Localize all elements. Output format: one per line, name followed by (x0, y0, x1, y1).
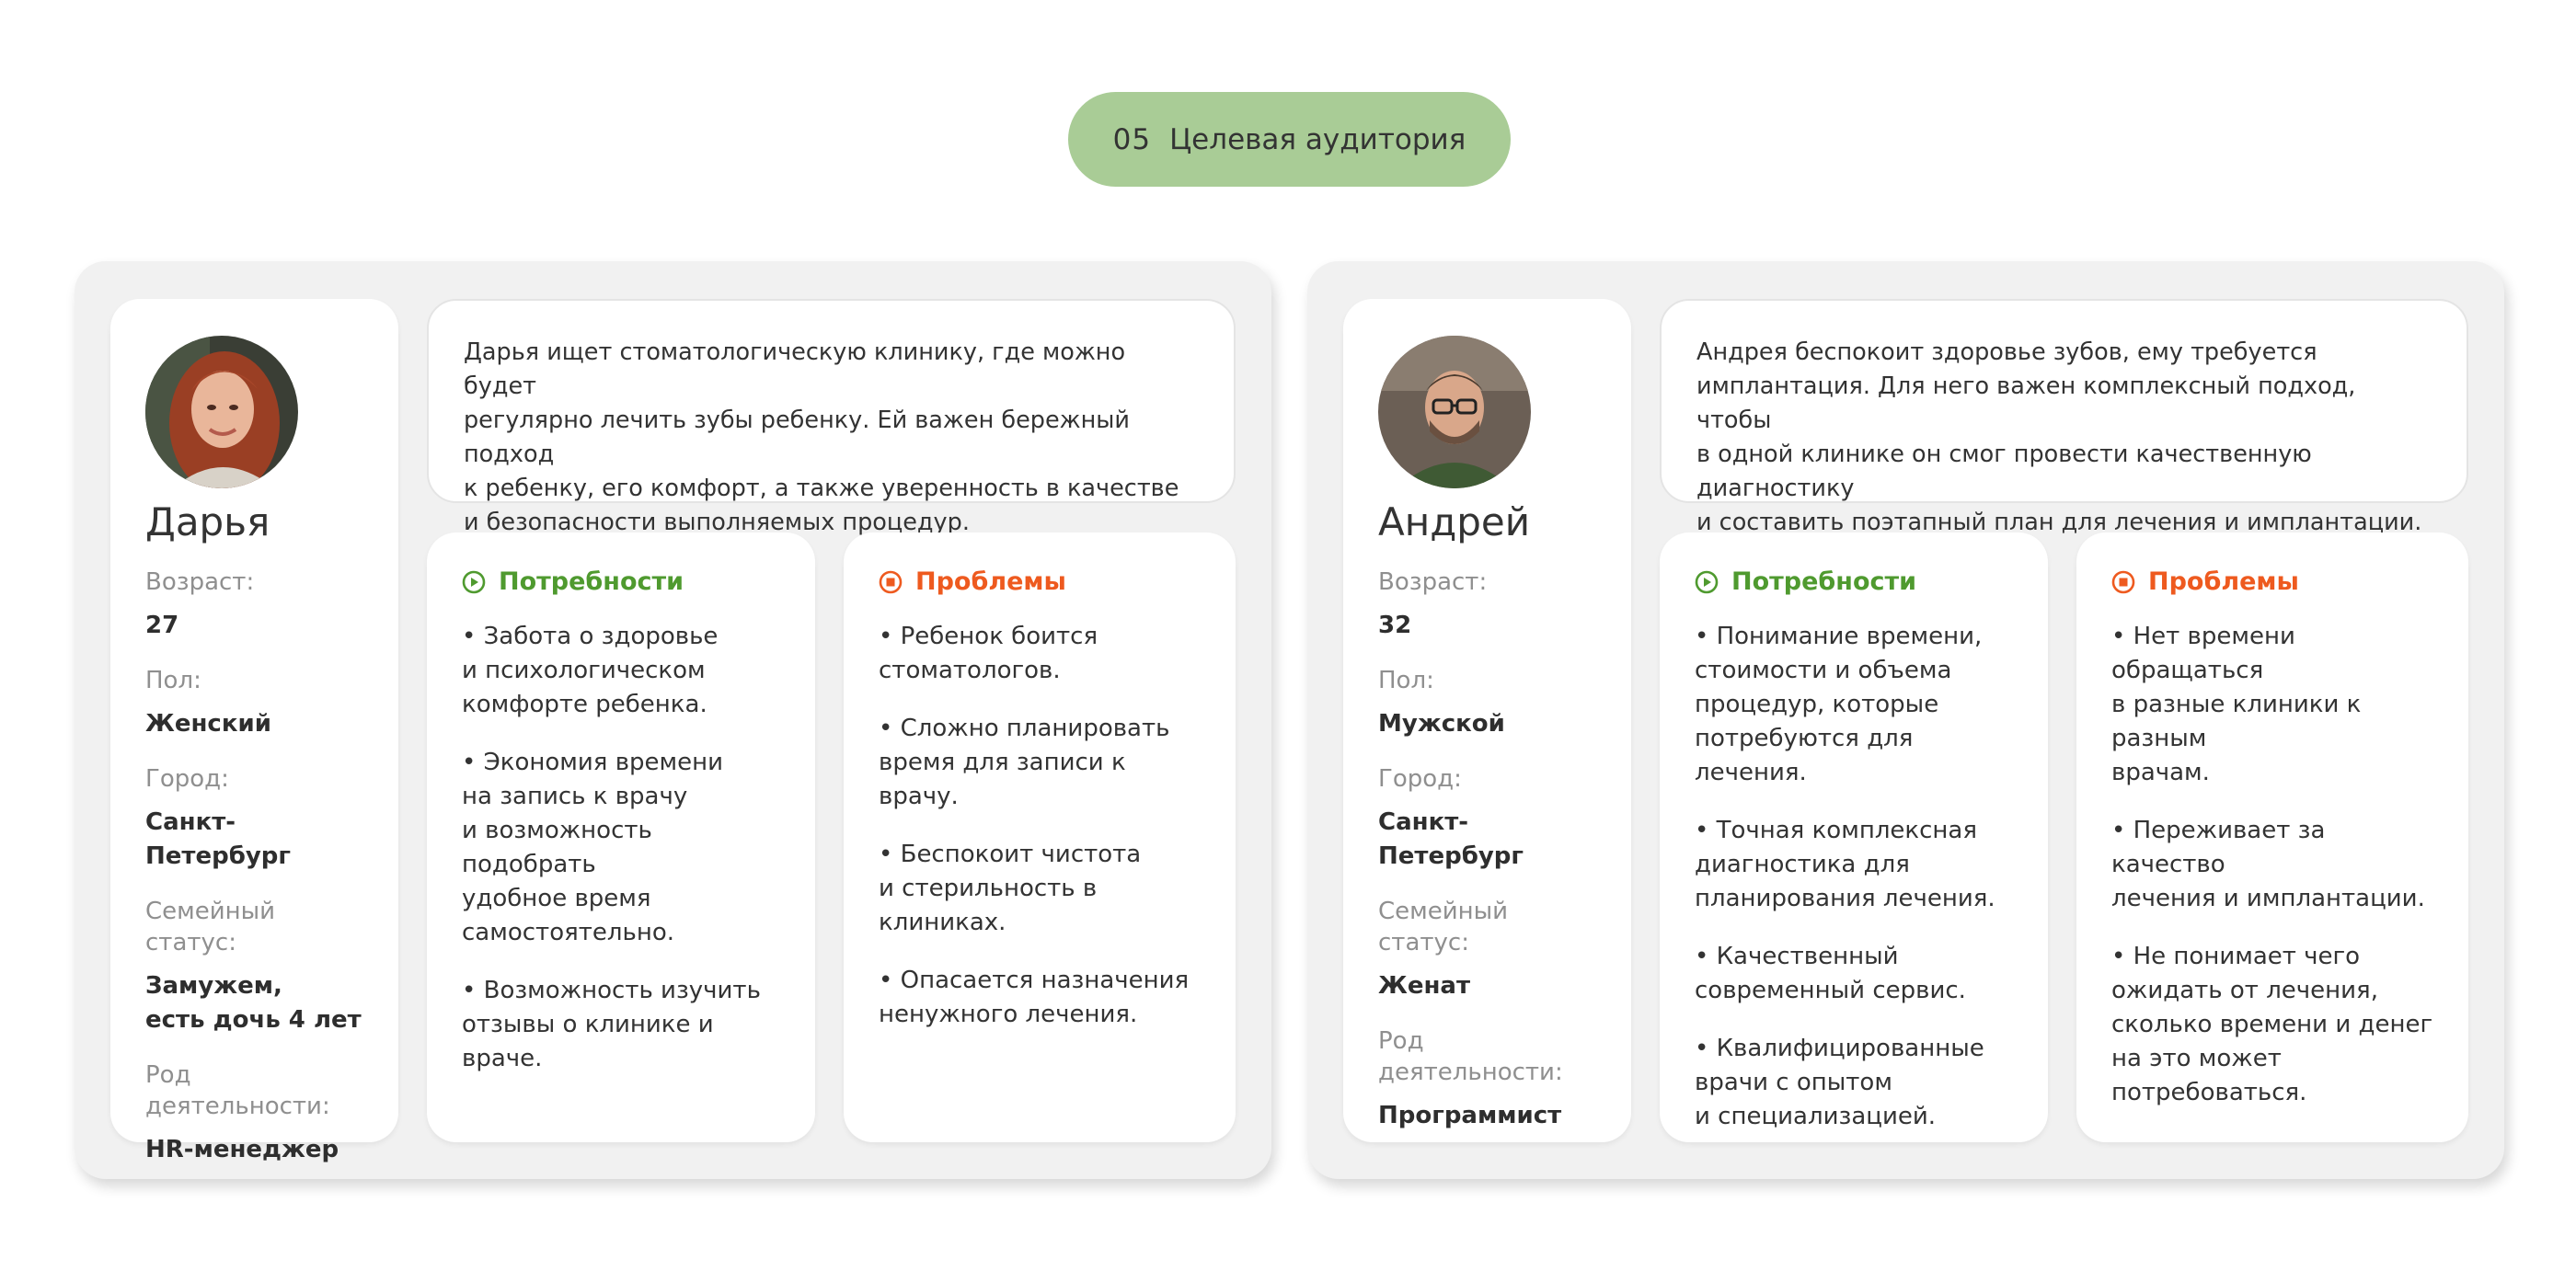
man-portrait-icon (1378, 336, 1531, 488)
occupation-label: Род деятельности: (1378, 1027, 1563, 1086)
occupation-value: Программист (1378, 1102, 1562, 1129)
age-value: 27 (145, 612, 179, 639)
family-value: Женат (1378, 972, 1471, 1000)
section-number: 05 (1112, 122, 1152, 156)
occupation-label: Род деятельности: (145, 1061, 330, 1120)
persona-name: Дарья (145, 499, 270, 544)
section-title-pill: 05 Целевая аудитория (1068, 92, 1511, 187)
list-item: • Переживает за качество лечения и импла… (2111, 817, 2425, 912)
city-label: Город: (1378, 765, 1462, 793)
needs-heading: Потребности (1695, 567, 2013, 596)
list-item: • Возможность изучить отзывы о клинике и… (462, 977, 761, 1072)
persona-description-card: Дарья ищет стоматологическую клинику, гд… (427, 299, 1236, 536)
stop-circle-icon (2111, 570, 2135, 594)
age-value: 32 (1378, 612, 1412, 639)
city-value: Санкт-Петербург (1378, 808, 1524, 870)
list-item: • Забота о здоровье и психологическом ко… (462, 623, 719, 718)
persona-profile-card: Дарья Возраст: 27 Пол: Женский Город: Са… (110, 299, 398, 1163)
needs-card: Потребности • Понимание времени, стоимос… (1660, 532, 2048, 1142)
persona-description: Дарья ищет стоматологическую клинику, гд… (464, 338, 1179, 536)
gender-value: Женский (145, 710, 271, 738)
needs-card: Потребности • Забота о здоровье и психол… (427, 532, 815, 1142)
avatar (1378, 336, 1531, 488)
avatar (145, 336, 298, 488)
stop-circle-icon (879, 570, 903, 594)
age-label: Возраст: (145, 568, 255, 596)
problems-card: Проблемы • Ребенок боится стоматологов. … (844, 532, 1236, 1142)
list-item: • Ребенок боится стоматологов. (879, 623, 1098, 684)
needs-title: Потребности (499, 567, 684, 596)
gender-label: Пол: (1378, 667, 1434, 694)
persona-description-card: Андрея беспокоит здоровье зубов, ему тре… (1660, 299, 2468, 536)
persona-panel-darya: Дарья Возраст: 27 Пол: Женский Город: Са… (75, 261, 1271, 1179)
problems-heading: Проблемы (879, 567, 1201, 596)
section-title: Целевая аудитория (1169, 122, 1466, 156)
family-value: Замужем, есть дочь 4 лет (145, 972, 362, 1034)
problems-card: Проблемы • Нет времени обращаться в разн… (2076, 532, 2468, 1142)
persona-panel-andrey: Андрей Возраст: 32 Пол: Мужской Город: С… (1307, 261, 2504, 1179)
persona-profile-card: Андрей Возраст: 32 Пол: Мужской Город: С… (1343, 299, 1631, 1142)
play-circle-icon (1695, 570, 1719, 594)
list-item: • Точная комплексная диагностика для пла… (1695, 817, 1995, 912)
family-label: Семейный статус: (145, 898, 276, 956)
list-item: • Беспокоит чистота и стерильность в кли… (879, 841, 1142, 936)
needs-heading: Потребности (462, 567, 780, 596)
list-item: • Понимание времени, стоимости и объема … (1695, 623, 1983, 786)
gender-value: Мужской (1378, 710, 1505, 738)
persona-description: Андрея беспокоит здоровье зубов, ему тре… (1696, 338, 2422, 536)
list-item: • Качественный современный сервис. (1695, 943, 1966, 1004)
age-label: Возраст: (1378, 568, 1488, 596)
city-value: Санкт-Петербург (145, 808, 292, 870)
persona-name: Андрей (1378, 499, 1531, 544)
gender-label: Пол: (145, 667, 201, 694)
list-item: • Экономия времени на запись к врачу и в… (462, 749, 724, 946)
city-label: Город: (145, 765, 229, 793)
list-item: • Нет времени обращаться в разные клиник… (2111, 623, 2362, 786)
list-item: • Не понимает чего ожидать от лечения, с… (2111, 943, 2433, 1106)
list-item: • Сложно планировать время для записи к … (879, 715, 1170, 810)
list-item: • Квалифицированные врачи с опытом и спе… (1695, 1035, 1984, 1130)
occupation-value: HR-менеджер (145, 1136, 339, 1163)
problems-heading: Проблемы (2111, 567, 2433, 596)
list-item: • Опасается назначения ненужного лечения… (879, 967, 1190, 1028)
family-label: Семейный статус: (1378, 898, 1509, 956)
problems-title: Проблемы (2148, 567, 2299, 596)
needs-title: Потребности (1731, 567, 1917, 596)
play-circle-icon (462, 570, 486, 594)
problems-title: Проблемы (915, 567, 1066, 596)
woman-portrait-icon (145, 336, 298, 488)
